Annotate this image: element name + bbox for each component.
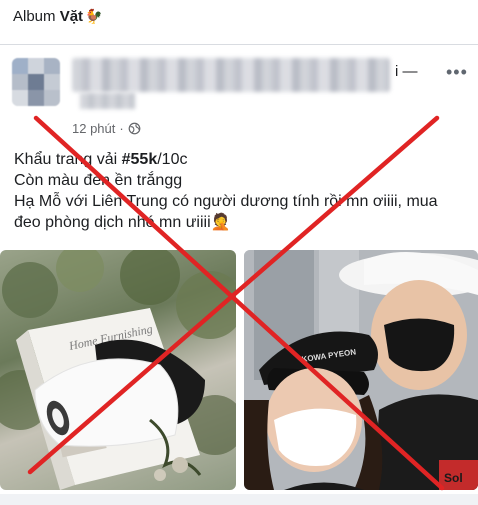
globe-icon: [128, 122, 141, 135]
header-divider: [0, 44, 478, 45]
shirt-label: Sol: [444, 471, 463, 485]
avatar-pixel: [44, 74, 60, 90]
post-line-1-suffix: /10c: [157, 151, 188, 168]
album-prefix: Album: [13, 8, 56, 25]
bottom-strip: [0, 494, 478, 505]
post-line-1: Khẩu trang vải #55k/10c: [14, 149, 469, 170]
avatar-pixel: [28, 74, 44, 90]
avatar-pixel: [12, 58, 28, 74]
post-line-1-prefix: Khẩu trang vải: [14, 151, 122, 168]
post-line-2: Còn màu đen ền trắngg: [14, 172, 183, 189]
author-name-trailing: i —: [395, 63, 418, 80]
post-meta: 12 phút ·: [72, 121, 141, 136]
photo-left[interactable]: Home Furnishing: [0, 250, 236, 490]
album-name: Vặt: [59, 8, 84, 25]
post-line-4-text: đeo phòng dịch nhé mn ưiiii: [14, 214, 211, 231]
post-time[interactable]: 12 phút: [72, 121, 115, 136]
avatar-pixel: [44, 58, 60, 74]
author-name-blurred-line2: [80, 93, 135, 109]
avatar-pixel: [44, 90, 60, 106]
mask-photo-illustration: Home Furnishing: [0, 250, 236, 490]
avatar-pixel: [28, 58, 44, 74]
album-title[interactable]: Album Vặt 🐓: [13, 8, 102, 25]
avatar-pixel: [28, 90, 44, 106]
author-name-blurred[interactable]: [72, 58, 390, 92]
avatar-pixel: [12, 90, 28, 106]
emoji-icon: 🐓: [85, 8, 103, 24]
more-dots-icon[interactable]: •••: [446, 62, 468, 83]
couple-photo-illustration: Sol KOWA PYEON: [244, 250, 478, 490]
photo-right[interactable]: Sol KOWA PYEON: [244, 250, 478, 490]
hashtag-link[interactable]: #55k: [122, 151, 158, 168]
avatar-pixel: [12, 74, 28, 90]
avatar[interactable]: [12, 58, 60, 106]
face-palm-emoji-icon: 🤦: [210, 214, 231, 231]
post-text: Khẩu trang vải #55k/10c Còn màu đen ền t…: [14, 149, 469, 233]
meta-separator: ·: [119, 121, 124, 136]
post-line-3: Hạ Mỗ với Liên Trung có người dương tính…: [14, 193, 438, 210]
post-line-4: đeo phòng dịch nhé mn ưiiii🤦: [14, 212, 469, 233]
